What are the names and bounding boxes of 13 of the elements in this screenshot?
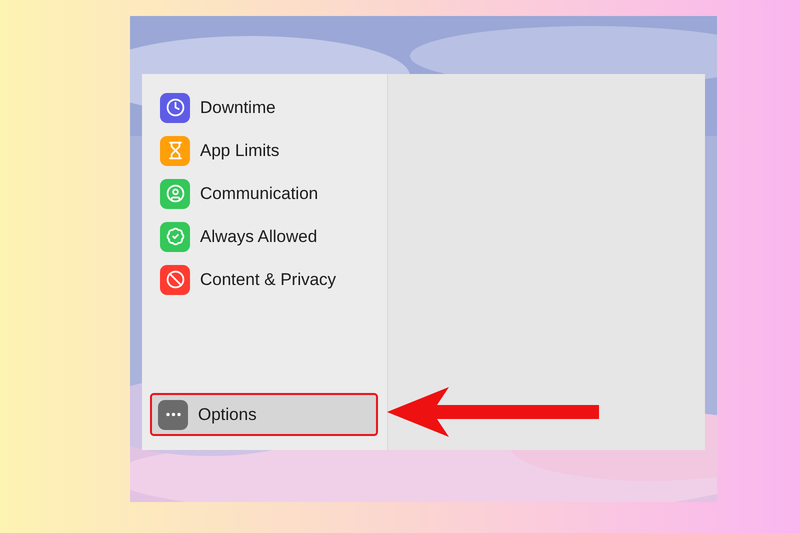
prohibited-icon [160, 264, 190, 294]
sidebar-item[interactable]: App Limits [142, 129, 388, 172]
arrow-icon [387, 387, 599, 437]
check-badge-icon [160, 222, 190, 252]
more-icon [158, 400, 188, 430]
sidebar-item[interactable]: Content & Privacy [142, 258, 388, 301]
person-icon [160, 178, 190, 208]
clock-icon [160, 92, 190, 122]
hourglass-icon [160, 136, 190, 166]
sidebar-item[interactable]: Always Allowed [142, 215, 388, 258]
sidebar-item[interactable]: Options [150, 393, 378, 436]
sidebar-item[interactable]: Downtime [142, 86, 388, 129]
sidebar-item[interactable]: Communication [142, 172, 388, 215]
